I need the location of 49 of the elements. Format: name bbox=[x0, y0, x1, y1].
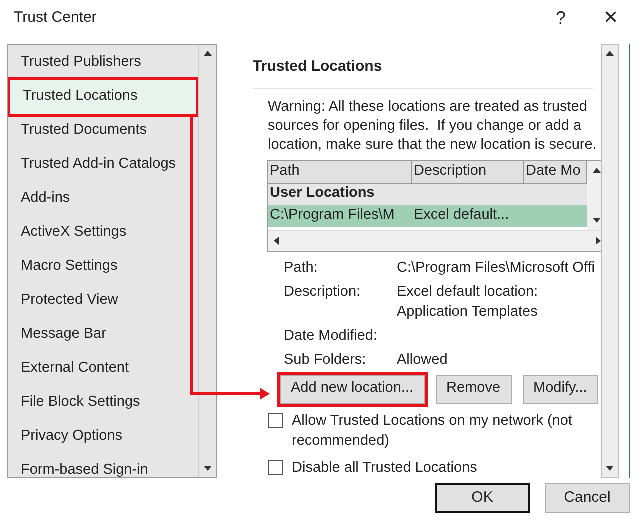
column-header[interactable]: Path bbox=[268, 160, 412, 182]
table-cell-text: Excel default... bbox=[413, 206, 510, 225]
scroll-up-icon[interactable] bbox=[204, 51, 212, 56]
scroll-up-icon[interactable] bbox=[593, 168, 601, 172]
sidebar-item[interactable]: Form-based Sign-in bbox=[8, 454, 198, 477]
sidebar-item[interactable]: Protected View bbox=[8, 284, 198, 318]
checkbox-label: Allow Trusted Locations on my network (not recommended) bbox=[292, 412, 574, 450]
detail-label: Path: bbox=[284, 258, 319, 278]
detail-label: Date Modified: bbox=[284, 326, 378, 346]
column-header[interactable]: Description bbox=[412, 160, 524, 182]
dialog-button[interactable]: OK bbox=[435, 483, 530, 513]
table-scrollbar[interactable] bbox=[587, 160, 601, 230]
detail-label: Description: bbox=[284, 282, 362, 302]
sidebar-item[interactable]: Trusted Add-in Catalogs bbox=[8, 148, 198, 182]
action-button[interactable]: Modify... bbox=[522, 374, 598, 404]
detail-value: Allowed bbox=[397, 350, 449, 370]
checkbox[interactable] bbox=[268, 412, 283, 428]
window-title: Trust Center bbox=[14, 8, 97, 28]
sidebar-item[interactable]: Trusted Documents bbox=[8, 114, 198, 148]
checkbox-label: Disable all Trusted Locations bbox=[292, 458, 478, 478]
sidebar-item[interactable]: External Content bbox=[8, 352, 198, 386]
sidebar-item[interactable]: Macro Settings bbox=[8, 250, 198, 284]
close-button[interactable]: × bbox=[596, 6, 626, 30]
checkbox[interactable] bbox=[268, 460, 283, 474]
sidebar-item[interactable]: Privacy Options bbox=[8, 420, 198, 454]
help-button[interactable]: ? bbox=[548, 4, 574, 32]
table-cell-text: C:\Program Files\M bbox=[269, 206, 396, 225]
scroll-left-icon[interactable] bbox=[274, 236, 279, 244]
group-label: User Locations bbox=[270, 184, 375, 204]
sidebar-item[interactable]: Add-ins bbox=[8, 182, 198, 216]
dialog-button[interactable]: Cancel bbox=[545, 483, 630, 513]
panel-scrollbar[interactable] bbox=[601, 44, 619, 478]
scroll-down-icon[interactable] bbox=[204, 466, 212, 471]
horizontal-scrollbar[interactable] bbox=[268, 230, 601, 250]
scroll-down-icon[interactable] bbox=[593, 218, 601, 222]
sidebar-item[interactable]: File Block Settings bbox=[8, 386, 198, 420]
scroll-down-icon[interactable] bbox=[606, 466, 614, 471]
detail-label: Sub Folders: bbox=[284, 350, 368, 370]
detail-value: C:\Program Files\Microsoft Offi bbox=[397, 258, 596, 278]
sidebar-item[interactable]: Trusted Publishers bbox=[8, 46, 198, 80]
sidebar-item[interactable]: Trusted Locations bbox=[10, 80, 196, 114]
warning-text: Warning: All these locations are treated as trusted sources for opening files. If you change or add a location, make sure that the new location is secure. bbox=[268, 98, 598, 154]
section-heading: Trusted Locations bbox=[253, 57, 384, 77]
table-row[interactable]: C:\Program Files\M Excel default... bbox=[268, 204, 587, 226]
action-button[interactable]: Remove bbox=[436, 374, 512, 404]
sidebar-item[interactable]: Message Bar bbox=[8, 318, 198, 352]
scroll-up-icon[interactable] bbox=[606, 51, 614, 56]
detail-value: Excel default location: Application Templates bbox=[397, 282, 540, 322]
sidebar-item[interactable]: ActiveX Settings bbox=[8, 216, 198, 250]
